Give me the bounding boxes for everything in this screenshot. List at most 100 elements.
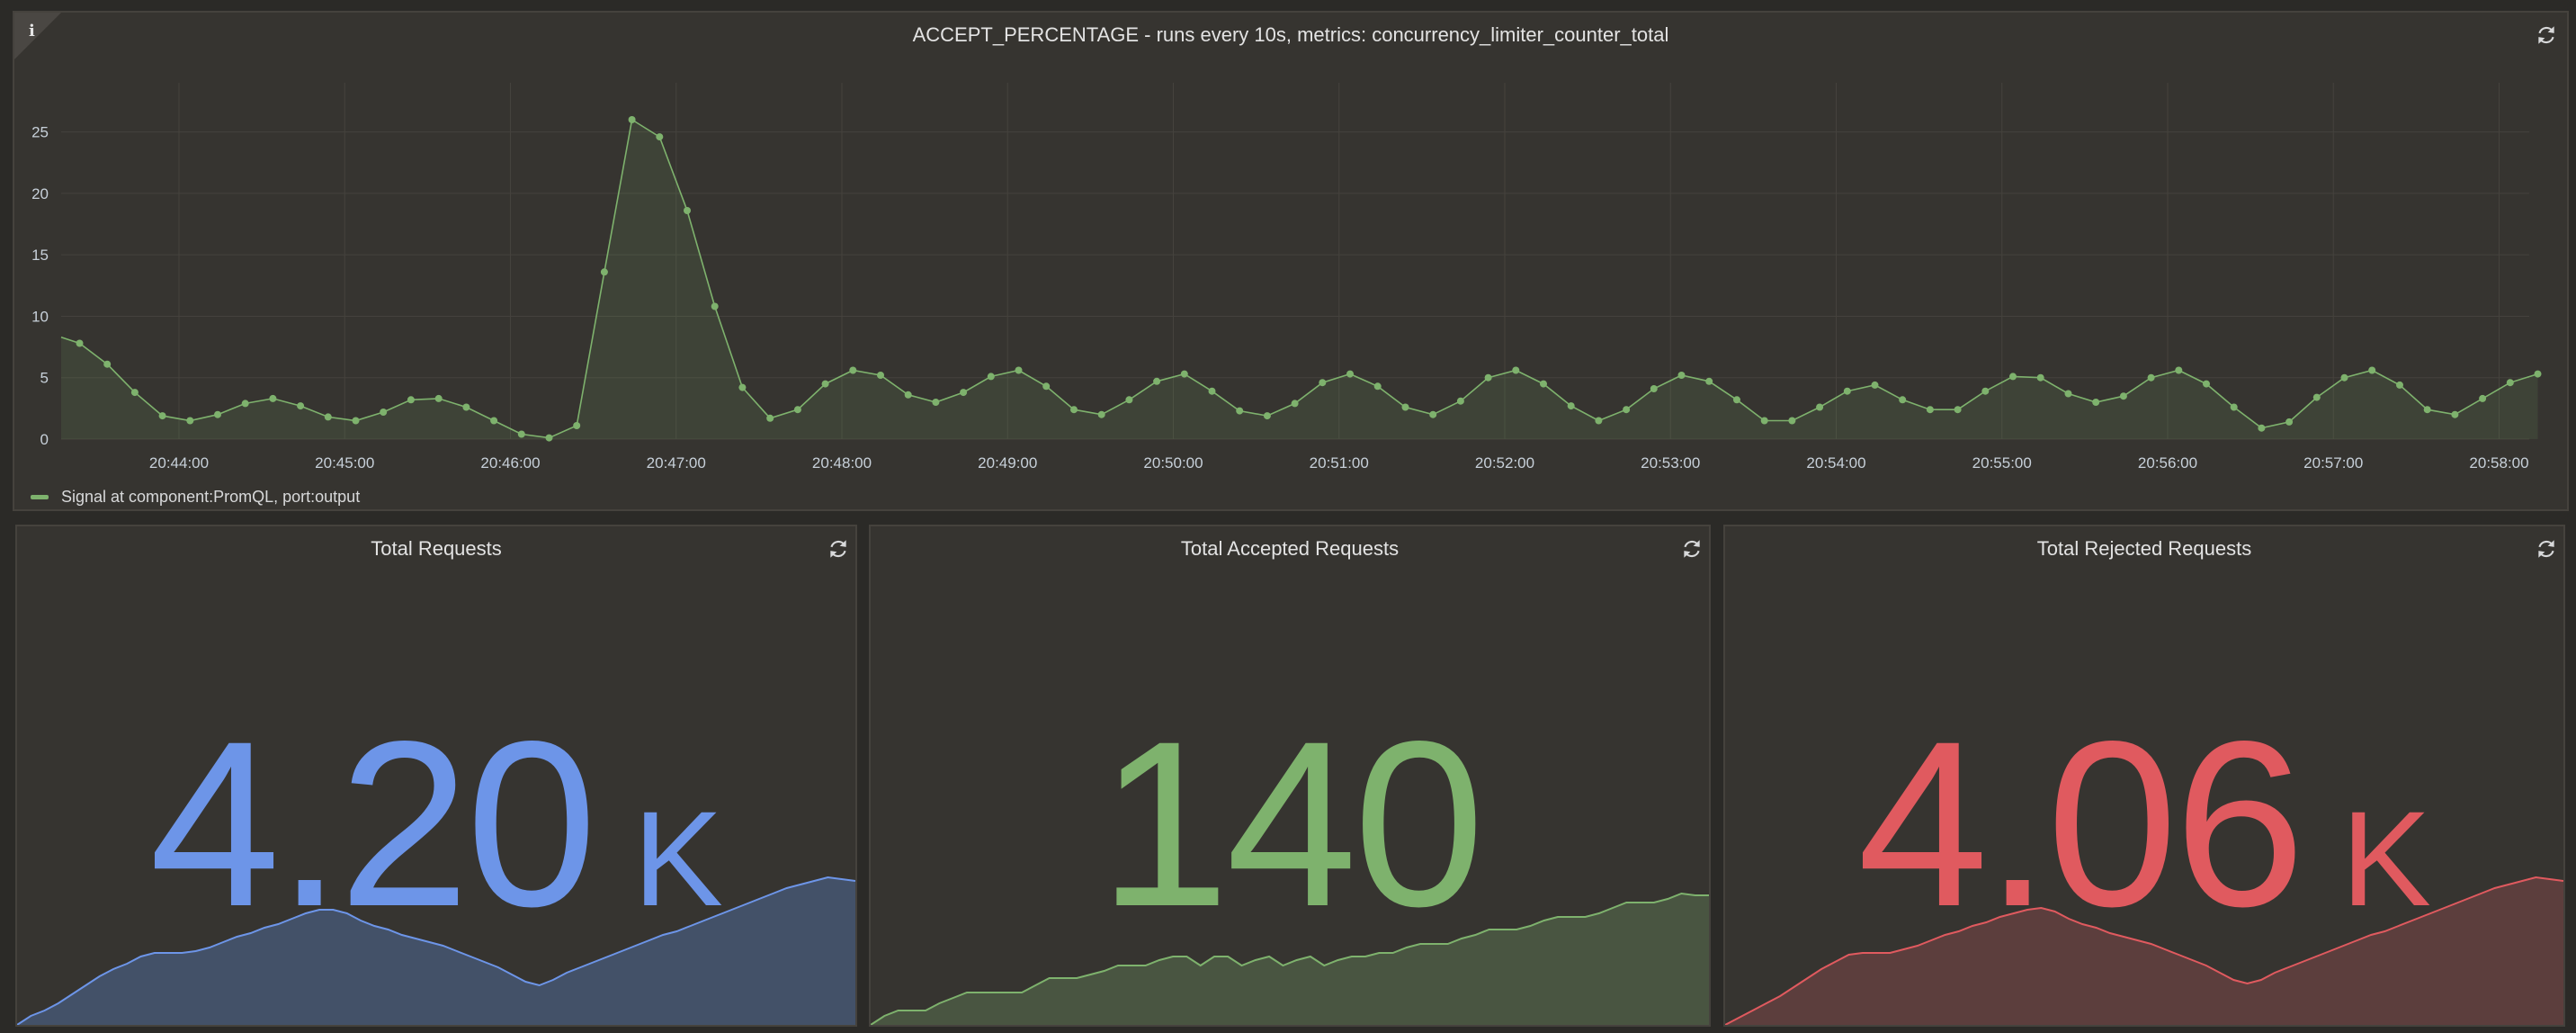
data-point	[1263, 412, 1271, 420]
data-point	[1899, 396, 1907, 404]
data-point	[517, 430, 525, 438]
line-chart[interactable]: 0 5 10 15 20 25 20:44:00 20:45:00 20:46:00 20:47:…	[14, 13, 2567, 509]
panel-title: Total Rejected Requests	[2036, 537, 2252, 560]
data-point	[352, 417, 360, 425]
data-point	[1291, 400, 1299, 408]
data-point	[1180, 370, 1188, 378]
x-tick-label: 20:47:00	[647, 454, 706, 472]
data-point	[462, 403, 470, 411]
refresh-icon[interactable]	[2535, 537, 2558, 561]
x-tick-label: 20:46:00	[480, 454, 540, 472]
stat-number: 140	[1098, 692, 1484, 956]
data-point	[1070, 406, 1078, 414]
data-point	[158, 412, 166, 420]
legend-swatch	[31, 495, 49, 499]
data-point	[1981, 387, 1990, 395]
data-point	[849, 366, 857, 374]
stat-value: 140	[871, 706, 1709, 942]
data-point	[1125, 396, 1133, 404]
data-point	[987, 373, 995, 381]
data-point	[545, 434, 553, 442]
y-tick-label: 5	[40, 370, 49, 387]
y-tick-label: 10	[31, 308, 49, 325]
data-point	[1208, 387, 1216, 395]
data-point	[1319, 379, 1327, 387]
data-point	[1788, 417, 1796, 425]
data-point	[2479, 394, 2487, 402]
y-tick-label: 0	[40, 431, 49, 448]
data-point	[932, 399, 940, 406]
refresh-icon[interactable]	[1680, 537, 1704, 561]
data-point	[2175, 366, 2183, 374]
total-requests-panel: Total Requests 4.20 K	[15, 525, 857, 1027]
data-point	[1760, 417, 1768, 425]
y-tick-label: 20	[31, 185, 49, 202]
data-point	[656, 133, 664, 141]
data-point	[1954, 406, 1962, 414]
data-point	[2064, 390, 2072, 398]
data-point	[766, 414, 774, 422]
data-point	[1567, 402, 1575, 410]
data-point	[2396, 381, 2403, 389]
data-point	[76, 339, 84, 347]
data-point	[103, 360, 112, 368]
data-point	[214, 410, 221, 418]
data-point	[2036, 373, 2044, 382]
data-point	[960, 389, 968, 397]
data-point	[2119, 392, 2127, 400]
data-point	[1705, 377, 1713, 385]
data-point	[1042, 382, 1051, 391]
x-tick-label: 20:53:00	[1641, 454, 1700, 472]
panel-title: Total Requests	[371, 537, 502, 560]
data-point	[821, 380, 829, 388]
data-point	[1540, 380, 1547, 388]
series-area	[61, 120, 2538, 439]
stat-unit: K	[632, 783, 723, 934]
x-tick-label: 20:52:00	[1475, 454, 1534, 472]
data-point	[2230, 403, 2238, 411]
x-tick-label: 20:58:00	[2469, 454, 2528, 472]
data-point	[1595, 417, 1603, 425]
stat-value: 4.20 K	[17, 706, 855, 942]
legend-label: Signal at component:PromQL, port:output	[61, 488, 361, 506]
data-point	[130, 389, 139, 397]
data-point	[2009, 373, 2017, 381]
x-tick-label: 20:50:00	[1143, 454, 1203, 472]
data-point	[297, 402, 305, 410]
chart-legend[interactable]: Signal at component:PromQL, port:output	[31, 488, 360, 507]
data-point	[1843, 387, 1851, 395]
total-accepted-requests-panel: Total Accepted Requests 140	[869, 525, 1711, 1027]
data-point	[1097, 410, 1105, 418]
data-point	[684, 207, 691, 214]
data-point	[600, 268, 608, 276]
x-tick-label: 20:49:00	[978, 454, 1037, 472]
stat-unit: K	[2340, 783, 2431, 934]
data-point	[711, 302, 719, 310]
data-point	[2423, 406, 2431, 414]
data-point	[2258, 424, 2266, 432]
refresh-icon[interactable]	[827, 537, 850, 561]
data-point	[1153, 377, 1161, 385]
data-point	[1871, 381, 1879, 389]
data-point	[2285, 418, 2294, 426]
data-point	[2451, 410, 2459, 418]
x-tick-label: 20:44:00	[149, 454, 209, 472]
accept-percentage-panel: i ACCEPT_PERCENTAGE - runs every 10s, me…	[13, 11, 2569, 511]
total-rejected-requests-panel: Total Rejected Requests 4.06 K	[1723, 525, 2565, 1027]
x-tick-label: 20:45:00	[315, 454, 374, 472]
stat-number: 4.20	[149, 692, 597, 956]
data-point	[1926, 406, 1934, 414]
y-tick-label: 25	[31, 124, 49, 141]
data-point	[1650, 385, 1658, 392]
x-tick-label: 20:48:00	[812, 454, 872, 472]
data-point	[2340, 373, 2348, 382]
x-tick-label: 20:56:00	[2138, 454, 2197, 472]
data-point	[1401, 403, 1409, 411]
x-tick-label: 20:51:00	[1310, 454, 1369, 472]
data-point	[628, 116, 636, 123]
data-point	[241, 400, 249, 408]
data-point	[1733, 396, 1740, 404]
data-point	[434, 394, 443, 402]
data-point	[1677, 372, 1686, 379]
data-point	[1456, 397, 1464, 405]
